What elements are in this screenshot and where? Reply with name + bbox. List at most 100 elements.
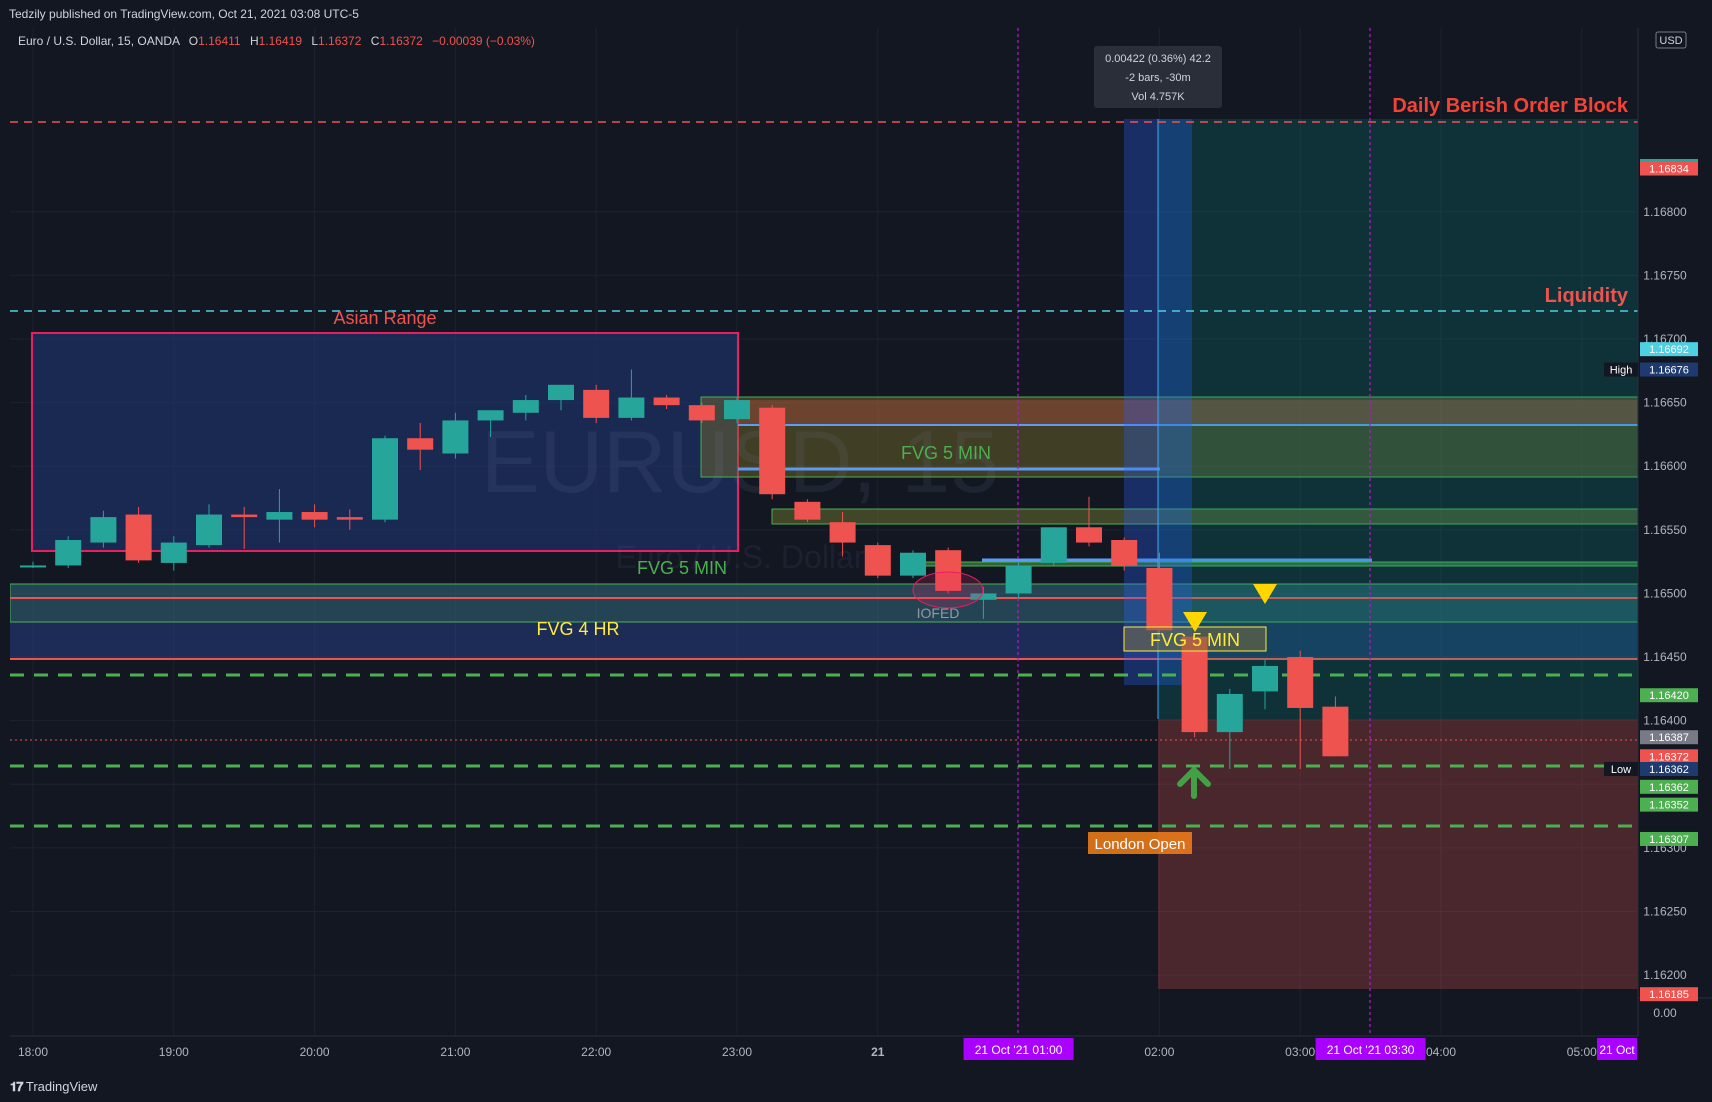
candle-body[interactable] [512, 400, 539, 413]
footer-bar: 𝟏𝟕 TradingView [0, 1072, 1712, 1101]
price-label-text: 1.16362 [1649, 764, 1689, 776]
candle-body[interactable] [618, 397, 645, 418]
candle-body[interactable] [301, 512, 328, 520]
ohlc-legend: Euro / U.S. Dollar, 15, OANDA O1.16411 H… [18, 34, 535, 48]
fvg-5min-lower-label: FVG 5 MIN [1150, 630, 1240, 650]
price-tag-text: Low [1611, 764, 1631, 776]
candle-body[interactable] [900, 552, 926, 576]
price-label-text: 1.16307 [1649, 834, 1689, 846]
legend-c-label: C [371, 34, 380, 48]
price-tick-label: 1.16250 [1643, 905, 1687, 919]
price-tag-text: High [1610, 365, 1633, 377]
candle-body[interactable] [55, 540, 82, 566]
time-tick-label: 19:00 [159, 1045, 189, 1059]
candle-body[interactable] [196, 514, 222, 546]
candle-body[interactable] [829, 522, 856, 543]
time-label-text: 21 Oct '21 01:00 [975, 1043, 1063, 1057]
time-tick-label: 18:00 [18, 1045, 48, 1059]
liquidity-label: Liquidity [1545, 285, 1629, 307]
daily-ob-label: Daily Berish Order Block [1392, 95, 1629, 117]
candle-body[interactable] [1146, 568, 1173, 631]
fvg-5min-upper-label: FVG 5 MIN [901, 443, 991, 463]
price-label-text: 1.16420 [1649, 690, 1689, 702]
candle-body[interactable] [1322, 706, 1349, 757]
candle-body[interactable] [372, 438, 398, 520]
candle-body[interactable] [724, 400, 750, 420]
candle-body[interactable] [864, 545, 891, 576]
iofed-circle[interactable] [912, 571, 984, 609]
price-tick-label: 1.16650 [1643, 396, 1687, 410]
time-label-text: 21 Oct [1599, 1043, 1635, 1057]
legend-o-value: 1.16411 [198, 34, 241, 48]
price-chart[interactable]: EURUSD, 15 Euro / U.S. Dollar Asian Rang… [0, 28, 1712, 1072]
price-tick-label: 0.00 [1653, 1006, 1677, 1020]
candle-body[interactable] [336, 517, 363, 520]
candle-body[interactable] [125, 514, 152, 561]
publish-header: Tedzily published on TradingView.com, Oc… [0, 0, 1712, 28]
time-tick-label: 04:00 [1426, 1045, 1456, 1059]
time-tick-label: 20:00 [300, 1045, 330, 1059]
candle-body[interactable] [548, 384, 574, 401]
candle-body[interactable] [1216, 693, 1243, 733]
candle-body[interactable] [1076, 527, 1102, 543]
price-tick-label: 1.16500 [1643, 586, 1687, 600]
time-tick-label: 21:00 [440, 1045, 470, 1059]
time-tick-label: 03:00 [1285, 1045, 1315, 1059]
candle-body[interactable] [1111, 540, 1138, 566]
legend-o-label: O [189, 34, 198, 48]
candle-body[interactable] [759, 407, 786, 495]
candle-body[interactable] [90, 517, 117, 543]
price-label-text: 1.16676 [1649, 365, 1689, 377]
iofed-label: IOFED [917, 605, 960, 621]
legend-h-label: H [250, 34, 259, 48]
price-tick-label: 1.16600 [1643, 459, 1687, 473]
legend-l-value: 1.16372 [318, 34, 362, 48]
candle-body[interactable] [1287, 657, 1314, 708]
time-tick-label: 22:00 [581, 1045, 611, 1059]
candle-body[interactable] [688, 405, 715, 421]
publish-text: Tedzily published on TradingView.com, Oc… [9, 7, 359, 21]
candle-body[interactable] [477, 410, 504, 421]
legend-symbol: Euro / U.S. Dollar, 15, OANDA [18, 34, 180, 48]
price-label-text: 1.16185 [1649, 989, 1689, 1001]
london-open-label: London Open [1095, 836, 1186, 853]
price-tick-label: 1.16750 [1643, 268, 1687, 282]
price-tick-label: 1.16400 [1643, 714, 1687, 728]
price-label-text: 1.16372 [1649, 751, 1689, 763]
candle-body[interactable] [1252, 665, 1278, 692]
candle-body[interactable] [160, 542, 187, 563]
price-label-text: 1.16362 [1649, 782, 1689, 794]
price-label-text: 1.16692 [1649, 344, 1689, 356]
time-tick-label: 23:00 [722, 1045, 752, 1059]
asian-range-label: Asian Range [333, 308, 436, 328]
measure-tooltip-line1: 0.00422 (0.36%) 42.2 [1105, 53, 1211, 65]
fvg-4hr-label: FVG 4 HR [536, 619, 619, 639]
legend-change: −0.00039 (−0.03%) [432, 34, 535, 48]
price-label-text: 1.16387 [1649, 732, 1689, 744]
legend-h-value: 1.16419 [259, 34, 303, 48]
price-tick-label: 1.16800 [1643, 205, 1687, 219]
time-label-text: 21 Oct '21 03:30 [1327, 1043, 1415, 1057]
candle-body[interactable] [794, 501, 821, 520]
candle-body[interactable] [653, 397, 680, 406]
tradingview-logo-icon: 𝟏𝟕 [10, 1080, 24, 1095]
price-tick-label: 1.16550 [1643, 523, 1687, 537]
tradingview-brand: TradingView [25, 1079, 98, 1094]
price-label-text: 1.16834 [1649, 164, 1689, 176]
candle-body[interactable] [1005, 565, 1032, 594]
measure-tooltip-line3: Vol 4.757K [1131, 91, 1185, 103]
time-tick-label: 21 [871, 1045, 885, 1059]
candle-body[interactable] [442, 420, 469, 454]
measure-tooltip-line2: -2 bars, -30m [1125, 72, 1190, 84]
candle-body[interactable] [231, 514, 258, 518]
fvg-5min-mid-label: FVG 5 MIN [637, 558, 727, 578]
candle-body[interactable] [583, 389, 610, 418]
candle-body[interactable] [1040, 527, 1067, 563]
candle-body[interactable] [20, 565, 46, 568]
tradingview-logo[interactable]: 𝟏𝟕 TradingView [10, 1072, 97, 1102]
time-tick-label: 02:00 [1144, 1045, 1174, 1059]
candle-body[interactable] [266, 512, 293, 520]
time-tick-label: 05:00 [1567, 1045, 1597, 1059]
price-label-text: 1.16352 [1649, 800, 1689, 812]
candle-body[interactable] [407, 438, 434, 450]
